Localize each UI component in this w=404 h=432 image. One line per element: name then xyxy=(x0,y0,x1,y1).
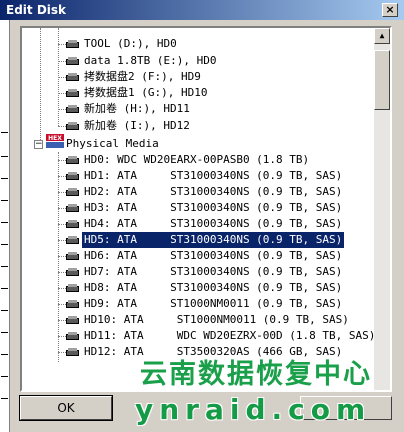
disk-icon xyxy=(66,252,80,261)
tree-item-volume[interactable]: TOOL (D:), HD0 xyxy=(84,36,177,52)
tree-item-volume[interactable]: 新加卷 (H:), HD11 xyxy=(84,101,190,117)
volume-icon xyxy=(66,89,80,98)
tree-item-disk-selected[interactable]: HD5: ATA ST31000340NS (0.9 TB, SAS) xyxy=(82,232,345,248)
disk-tree[interactable]: ▲ TOOL (D:), HD0 data 1.8TB (E:), HD0 拷数… xyxy=(20,26,392,392)
tree-item-disk[interactable]: HD0: WDC WD20EARX-00PASB0 (1.8 TB) xyxy=(84,152,309,168)
tree-item-volume[interactable]: 拷数据盘2 (F:), HD9 xyxy=(84,69,201,85)
collapse-expander-icon[interactable]: − xyxy=(34,140,43,149)
tree-item-disk[interactable]: HD10: ATA ST1000NM0011 (0.9 TB, SAS) xyxy=(84,312,349,328)
disk-icon xyxy=(66,316,80,325)
tree-item-disk[interactable]: HD11: ATA WDC WD20EZRX-00D (1.8 TB, SAS) xyxy=(84,328,375,344)
tree-item-physical-media[interactable]: Physical Media xyxy=(66,136,159,152)
tree-item-volume[interactable]: 拷数据盘1 (G:), HD10 xyxy=(84,85,207,101)
disk-icon xyxy=(66,268,80,277)
window-title: Edit Disk xyxy=(6,3,67,17)
tree-item-disk[interactable]: HD4: ATA ST31000340NS (0.9 TB, SAS) xyxy=(84,216,342,232)
disk-icon xyxy=(66,156,80,165)
disk-icon xyxy=(66,204,80,213)
volume-icon xyxy=(66,40,80,49)
vertical-scrollbar[interactable]: ▲ xyxy=(374,28,390,390)
volume-icon xyxy=(66,122,80,131)
close-button[interactable]: × xyxy=(382,3,398,17)
tree-item-disk[interactable]: HD7: ATA ST31000340NS (0.9 TB, SAS) xyxy=(84,264,342,280)
watermark-title: 云南数据恢复中心 xyxy=(140,359,372,390)
scroll-up-icon[interactable]: ▲ xyxy=(374,28,390,44)
tree-item-disk[interactable]: HD8: ATA ST31000340NS (0.9 TB, SAS) xyxy=(84,280,342,296)
tree-item-volume[interactable]: 新加卷 (I:), HD12 xyxy=(84,118,190,134)
hex-logo-icon: HEX xyxy=(46,134,64,148)
disk-icon xyxy=(66,348,80,357)
volume-icon xyxy=(66,57,80,66)
disk-icon xyxy=(66,220,80,229)
disk-icon xyxy=(66,300,80,309)
scroll-thumb[interactable] xyxy=(374,50,390,110)
tree-item-disk[interactable]: HD6: ATA ST31000340NS (0.9 TB, SAS) xyxy=(84,248,342,264)
disk-icon xyxy=(66,236,80,245)
volume-icon xyxy=(66,73,80,82)
tree-item-disk[interactable]: HD1: ATA ST31000340NS (0.9 TB, SAS) xyxy=(84,168,342,184)
svg-text:HEX: HEX xyxy=(48,135,62,142)
tree-item-disk[interactable]: HD2: ATA ST31000340NS (0.9 TB, SAS) xyxy=(84,184,342,200)
left-panel-edge xyxy=(0,20,10,432)
ok-button[interactable]: OK xyxy=(19,395,113,421)
disk-icon xyxy=(66,172,80,181)
disk-icon xyxy=(66,332,80,341)
tree-item-disk[interactable]: HD9: ATA ST1000NM0011 (0.9 TB, SAS) xyxy=(84,296,342,312)
tree-item-disk[interactable]: HD3: ATA ST31000340NS (0.9 TB, SAS) xyxy=(84,200,342,216)
volume-icon xyxy=(66,105,80,114)
disk-icon xyxy=(66,284,80,293)
title-bar: Edit Disk × xyxy=(0,0,404,20)
tree-item-volume[interactable]: data 1.8TB (E:), HD0 xyxy=(84,53,216,69)
watermark-url: ynraid.com xyxy=(135,393,372,426)
disk-icon xyxy=(66,188,80,197)
